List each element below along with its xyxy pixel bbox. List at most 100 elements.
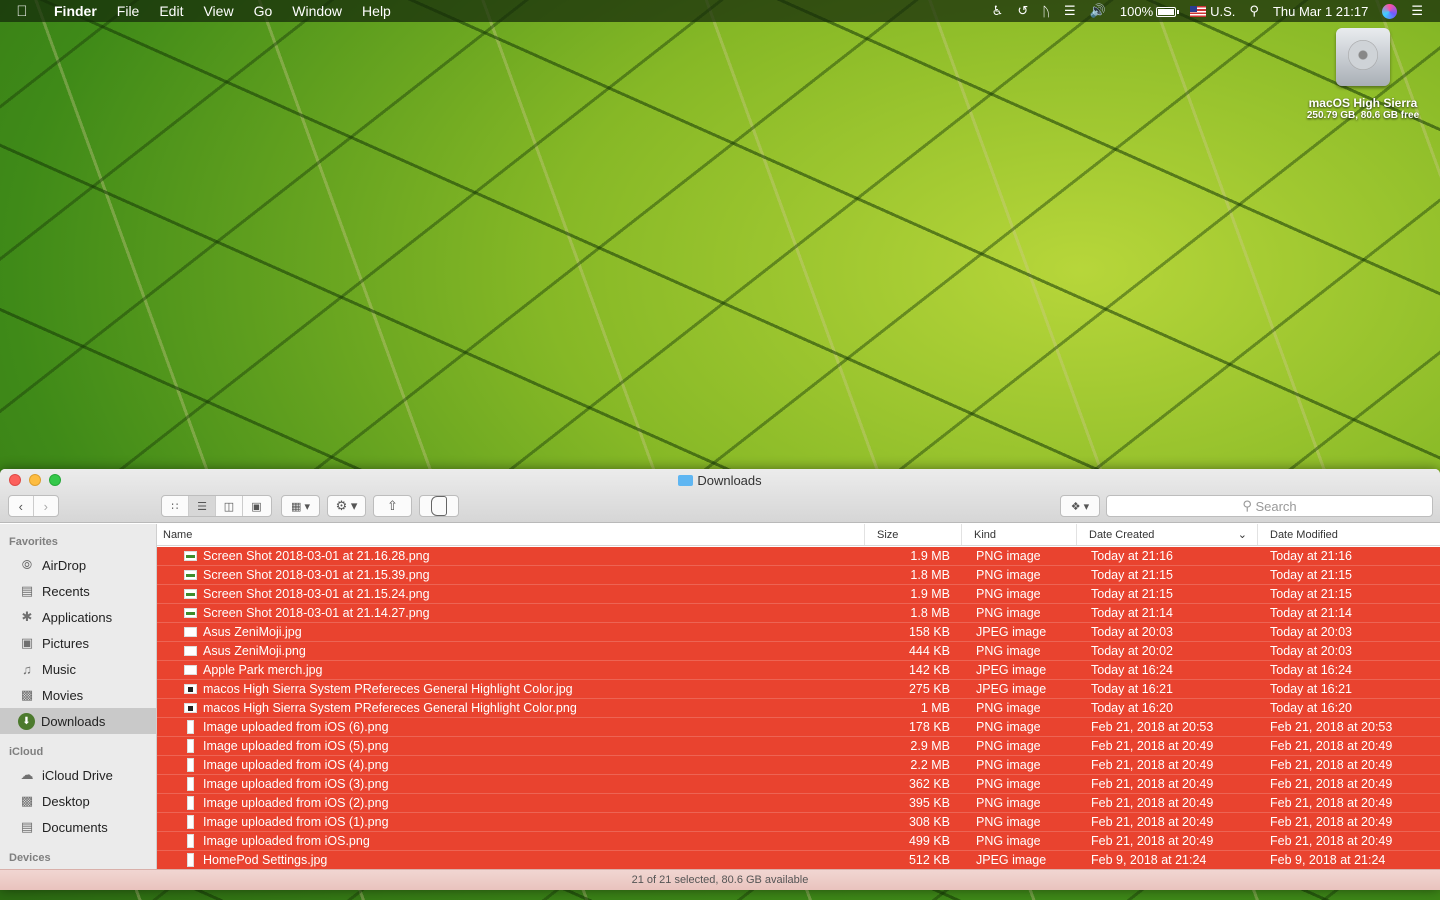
file-row[interactable]: Image uploaded from iOS (3).png 362 KB PNG…	[157, 775, 1440, 794]
file-row[interactable]: Image uploaded from iOS (1).png 308 KB PNG…	[157, 813, 1440, 832]
file-row[interactable]: Asus ZeniMoji.jpg 158 KB JPEG image Today a…	[157, 623, 1440, 642]
tags-button[interactable]	[419, 495, 459, 517]
menu-edit[interactable]: Edit	[149, 3, 193, 19]
time-machine-icon[interactable]: ↺	[1010, 3, 1035, 19]
file-size: 178 KB	[908, 720, 950, 734]
file-size: 2.9 MB	[910, 739, 950, 753]
file-size: 512 KB	[908, 853, 950, 867]
column-header-kind[interactable]: Kind	[962, 524, 1077, 545]
status-area: ♿ ↺ ᚢ ☰ 🔊 100% U.S. ⚲ Thu Mar 1 21:17 ☰	[985, 3, 1440, 19]
menu-file[interactable]: File	[107, 3, 150, 19]
sidebar-item-documents[interactable]: ▤ Documents	[0, 814, 156, 840]
file-size: 499 KB	[908, 834, 950, 848]
notification-center-icon[interactable]: ☰	[1404, 3, 1430, 19]
sidebar-item-recents[interactable]: ▤ Recents	[0, 578, 156, 604]
file-row[interactable]: Image uploaded from iOS.png 499 KB PNG ima…	[157, 832, 1440, 851]
menu-help[interactable]: Help	[352, 3, 401, 19]
file-row[interactable]: Screen Shot 2018-03-01 at 21.15.39.png 1.…	[157, 566, 1440, 585]
menu-view[interactable]: View	[193, 3, 243, 19]
image-file-icon	[184, 627, 197, 637]
file-row[interactable]: HomePod Settings.jpg 512 KB JPEG image Feb …	[157, 851, 1440, 869]
file-kind: JPEG image	[976, 682, 1047, 696]
share-button[interactable]: ⇧	[373, 495, 412, 517]
sidebar-section-favorites: Favorites	[9, 536, 58, 548]
column-view-button[interactable]: ◫	[216, 496, 243, 516]
file-size: 444 KB	[908, 644, 950, 658]
sidebar-item-music[interactable]: ♫ Music	[0, 656, 156, 682]
file-row[interactable]: Image uploaded from iOS (5).png 2.9 MB PNG…	[157, 737, 1440, 756]
gallery-view-button[interactable]: ▣	[243, 496, 270, 516]
sidebar-item-desktop[interactable]: ▩ Desktop	[0, 788, 156, 814]
image-file-icon	[184, 551, 197, 561]
desktop-icon: ▩	[20, 793, 34, 808]
file-size: 158 KB	[908, 625, 950, 639]
file-row[interactable]: Screen Shot 2018-03-01 at 21.16.28.png 1.…	[157, 547, 1440, 566]
downloads-icon: ⬇	[18, 712, 35, 730]
input-source-menu[interactable]: U.S.	[1183, 4, 1242, 19]
column-header-date-modified[interactable]: Date Modified	[1258, 524, 1440, 545]
file-row[interactable]: Asus ZeniMoji.png 444 KB PNG image Today at…	[157, 642, 1440, 661]
dropbox-button[interactable]: ❖ ▾	[1060, 495, 1100, 517]
arrange-button[interactable]: ▦ ▾	[281, 495, 320, 517]
file-row[interactable]: Screen Shot 2018-03-01 at 21.14.27.png 1.…	[157, 604, 1440, 623]
action-button[interactable]: ⚙ ▾	[327, 495, 366, 517]
file-size: 308 KB	[908, 815, 950, 829]
clock[interactable]: Thu Mar 1 21:17	[1266, 4, 1375, 19]
file-name: Apple Park merch.jpg	[203, 663, 323, 677]
volume-icon[interactable]: 🔊	[1083, 3, 1113, 19]
file-row[interactable]: Screen Shot 2018-03-01 at 21.15.24.png 1.…	[157, 585, 1440, 604]
column-header-name[interactable]: Name	[157, 524, 865, 545]
hard-drive-icon	[1336, 28, 1390, 86]
menu-go[interactable]: Go	[244, 3, 283, 19]
file-row[interactable]: macos High Sierra System PRefereces Gene…	[157, 680, 1440, 699]
file-kind: JPEG image	[976, 625, 1047, 639]
sidebar-item-airdrop[interactable]: ⦾ AirDrop	[0, 552, 156, 578]
title-bar[interactable]: Downloads ‹ › ∷ ☰ ◫ ▣ ▦ ▾ ⚙ ▾ ⇧ ❖ ▾ ⚲ Se…	[0, 469, 1440, 523]
file-name-cell: Apple Park merch.jpg	[157, 663, 865, 677]
file-date-created: Today at 16:24	[1091, 663, 1174, 677]
desktop-drive[interactable]: macOS High Sierra 250.79 GB, 80.6 GB fre…	[1296, 28, 1430, 121]
battery-status[interactable]: 100%	[1113, 4, 1183, 19]
sidebar-item-downloads[interactable]: ⬇ Downloads	[0, 708, 156, 734]
spotlight-icon[interactable]: ⚲	[1242, 3, 1266, 19]
file-name-cell: Image uploaded from iOS.png	[157, 834, 865, 848]
folder-icon	[678, 475, 694, 486]
image-file-icon	[187, 815, 194, 829]
input-source-label: U.S.	[1210, 3, 1236, 19]
file-row[interactable]: Image uploaded from iOS (4).png 2.2 MB PNG…	[157, 756, 1440, 775]
file-name: Image uploaded from iOS (4).png	[203, 758, 389, 772]
file-row[interactable]: Apple Park merch.jpg 142 KB JPEG image Toda…	[157, 661, 1440, 680]
sidebar-item-applications[interactable]: ✱ Applications	[0, 604, 156, 630]
accessibility-icon[interactable]: ♿	[985, 3, 1011, 19]
sidebar-item-pictures[interactable]: ▣ Pictures	[0, 630, 156, 656]
search-field[interactable]: ⚲ Search	[1106, 495, 1433, 517]
menu-window[interactable]: Window	[282, 3, 352, 19]
file-date-modified: Today at 16:21	[1270, 682, 1353, 696]
file-size: 1 MB	[920, 701, 950, 715]
menu-app-finder[interactable]: Finder	[44, 3, 107, 19]
wifi-icon[interactable]: ☰	[1057, 3, 1083, 19]
file-name-cell: Image uploaded from iOS (5).png	[157, 739, 865, 753]
file-name-cell: HomePod Settings.jpg	[157, 853, 865, 867]
file-kind: PNG image	[976, 587, 1041, 601]
sidebar-item-movies[interactable]: ▩ Movies	[0, 682, 156, 708]
sidebar-item-icloud-drive[interactable]: ☁ iCloud Drive	[0, 762, 156, 788]
back-button[interactable]: ‹	[9, 496, 34, 516]
list-view-button[interactable]: ☰	[189, 496, 216, 516]
file-row[interactable]: Image uploaded from iOS (6).png 178 KB PNG…	[157, 718, 1440, 737]
file-kind: PNG image	[976, 549, 1041, 563]
window-body: Favorites ⦾ AirDrop ▤ Recents ✱ Application…	[0, 524, 1440, 869]
drive-info: 250.79 GB, 80.6 GB free	[1306, 110, 1420, 121]
column-header-size[interactable]: Size	[865, 524, 962, 545]
file-row[interactable]: macos High Sierra System PRefereces Gene…	[157, 699, 1440, 718]
applications-icon: ✱	[21, 609, 33, 624]
nav-buttons: ‹ ›	[8, 495, 59, 517]
icon-view-button[interactable]: ∷	[162, 496, 189, 516]
apple-menu-icon[interactable]: 	[0, 3, 44, 20]
forward-button[interactable]: ›	[34, 496, 58, 516]
bluetooth-icon[interactable]: ᚢ	[1035, 4, 1057, 19]
file-row[interactable]: Image uploaded from iOS (2).png 395 KB PNG…	[157, 794, 1440, 813]
column-header-date-created[interactable]: Date Created ⌄	[1077, 524, 1258, 545]
sort-chevron-down-icon: ⌄	[1237, 529, 1247, 541]
siri-icon[interactable]	[1375, 3, 1404, 19]
